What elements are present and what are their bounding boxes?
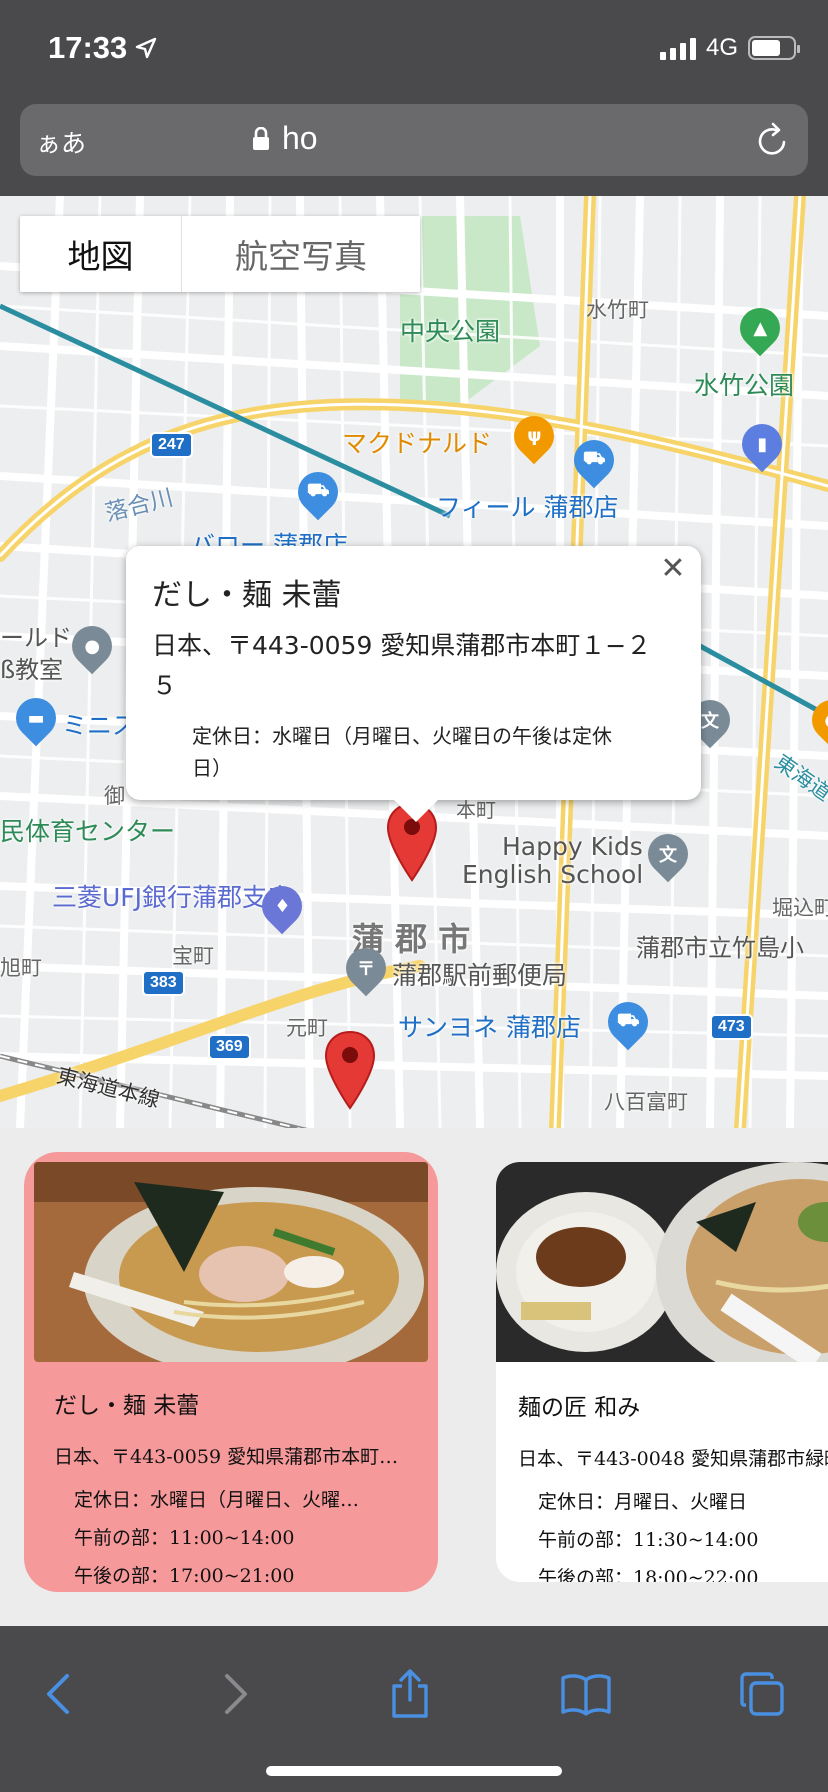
clock: 17:33 [48,30,128,65]
map-label-gymnasium: 民体育センター [0,817,176,846]
reload-icon[interactable] [756,122,790,158]
map-info-window: ✕ だし・麺 未蕾 日本、〒443-0059 愛知県蒲郡市本町１−２５ 定休日：… [126,546,701,822]
route-shield: 383 [142,970,185,996]
url-text: ho [282,120,318,156]
map-label-mizutake-town: 水竹町 [586,298,649,322]
map-label-takara-town: 宝町 [172,944,214,968]
route-shield: 247 [150,432,193,458]
info-window-address: 日本、〒443-0059 愛知県蒲郡市本町１−２５ [152,631,652,700]
tabs-button[interactable] [732,1664,792,1724]
card-restaurant-name: だし・麺 未蕾 [54,1393,200,1419]
share-icon [392,1669,428,1718]
ramen-photo [34,1162,428,1362]
browser-toolbar [0,1626,828,1792]
map-label-feel: フィール 蒲郡店 [436,493,619,522]
map-label-happy-kids-1: Happy Kids [502,832,643,861]
map-type-map-button[interactable]: 地図 [20,216,182,292]
share-button[interactable] [380,1664,440,1724]
location-arrow-icon [136,37,157,59]
card-holiday: 定休日：月曜日、火曜日 [538,1491,748,1513]
card-address: 日本、〒443-0059 愛知県蒲郡市本町… [54,1446,399,1468]
map-label-asahi-town: 旭町 [0,956,42,980]
info-window-holiday: 定休日：水曜日（月曜日、火曜日の午後は定休日） [192,724,612,780]
restaurant-card[interactable]: だし・麺 未蕾 日本、〒443-0059 愛知県蒲郡市本町… 定休日：水曜日（月… [24,1152,438,1592]
address-bar[interactable]: ぁあ ho [20,104,808,176]
back-button[interactable] [28,1664,88,1724]
restaurant-card[interactable]: 麺の匠 和み 日本、〒443-0048 愛知県蒲郡市緑町 定休日：月曜日、火曜日… [496,1162,828,1582]
card-restaurant-name: 麺の匠 和み [518,1395,641,1421]
map-label-class-room: ß教室 [0,656,64,684]
map-label-yaotomi-town: 八百富町 [604,1090,688,1114]
card-body: だし・麺 未蕾 日本、〒443-0059 愛知県蒲郡市本町… 定休日：水曜日（月… [34,1362,428,1588]
card-address: 日本、〒443-0048 愛知県蒲郡市緑町 [518,1448,828,1470]
map-view[interactable]: 地図 航空写真 中央公園 水竹町 水竹公園 マクドナルド フィール 蒲郡店 落合… [0,196,828,1128]
map-label-mido: 御 [104,784,125,808]
restaurant-card-carousel[interactable]: だし・麺 未蕾 日本、〒443-0059 愛知県蒲郡市本町… 定休日：水曜日（月… [0,1128,828,1626]
card-morning-hours: 午前の部：11:00~14:00 [74,1527,295,1549]
map-label-sanyone: サンヨネ 蒲郡店 [398,1013,581,1042]
battery-icon [748,36,800,60]
map-label-central-park: 中央公園 [400,317,501,346]
text-size-button[interactable]: ぁあ [36,124,86,160]
map-type-toggle[interactable]: 地図 航空写真 [20,216,420,292]
map-label-post-office: 蒲郡駅前郵便局 [392,961,568,990]
book-icon [561,1674,611,1716]
chevron-left-icon [47,1674,69,1714]
network-type: 4G [705,34,738,61]
route-shield: 473 [710,1014,753,1040]
card-morning-hours: 午前の部：11:30~14:00 [538,1529,759,1551]
ramen-photo [496,1162,828,1362]
map-label-happy-kids-2: English School [462,860,644,889]
map-label-takeshima-school: 蒲郡市立竹島小 [636,934,804,962]
info-window-title: だし・麺 未蕾 [152,578,342,613]
route-shield: 369 [208,1034,251,1060]
map-label-mitsubishi-ufj: 三菱UFJ銀行蒲郡支店 [52,883,293,912]
lock-icon [253,126,269,150]
battery-level [752,40,780,56]
map-label-horikomi: 堀込町 [772,896,828,920]
map-label-mcdonalds: マクドナルド [342,429,493,458]
tabs-icon [740,1672,784,1716]
card-body: 麺の匠 和み 日本、〒443-0048 愛知県蒲郡市緑町 定休日：月曜日、火曜日… [496,1362,828,1582]
close-icon[interactable]: ✕ [655,550,691,586]
cellular-signal-icon [659,36,696,60]
map-type-satellite-button[interactable]: 航空写真 [182,216,420,292]
status-bar: 17:33 4G [0,0,828,100]
home-indicator [266,1766,562,1776]
map-label-world: ールド [0,624,72,652]
forward-button[interactable] [206,1664,266,1724]
card-afternoon-hours: 午後の部：17:00~21:00 [74,1565,295,1587]
status-time: 17:33 [48,30,157,66]
map-label-mizutake-park: 水竹公園 [694,371,795,400]
status-indicators: 4G [659,34,800,62]
map-label-moto-town: 元町 [286,1016,328,1040]
restaurant-marker[interactable] [324,1030,376,1110]
chevron-right-icon [225,1674,247,1714]
card-afternoon-hours: 午後の部：18:00~22:00 [538,1567,759,1582]
card-holiday: 定休日：水曜日（月曜日、火曜… [74,1489,360,1511]
url-display[interactable]: ho [252,120,318,157]
bookmarks-button[interactable] [556,1664,616,1724]
